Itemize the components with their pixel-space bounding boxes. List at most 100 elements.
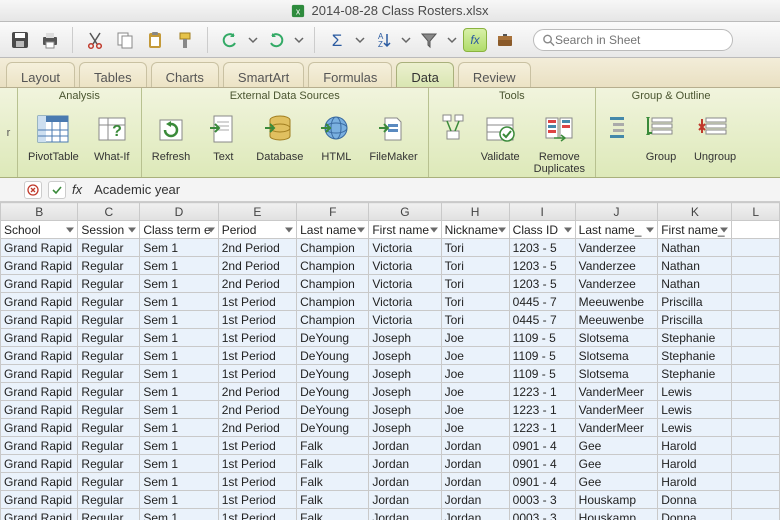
save-button[interactable]	[8, 28, 32, 52]
field-header[interactable]: Session	[78, 221, 140, 239]
pivottable-button[interactable]: PivotTable	[24, 108, 83, 165]
cell[interactable]: Victoria	[369, 293, 441, 311]
cell[interactable]	[732, 437, 780, 455]
tools-small-button[interactable]	[435, 108, 471, 150]
cell[interactable]: Lewis	[658, 419, 732, 437]
cell[interactable]: 1st Period	[218, 455, 296, 473]
cell[interactable]: Victoria	[369, 275, 441, 293]
cell[interactable]: VanderMeer	[575, 401, 658, 419]
cell[interactable]: Champion	[297, 311, 369, 329]
column-header[interactable]: B	[1, 203, 78, 221]
cell[interactable]: Falk	[297, 491, 369, 509]
tab-review[interactable]: Review	[458, 62, 531, 87]
cell[interactable]: Champion	[297, 257, 369, 275]
cell[interactable]: Lewis	[658, 401, 732, 419]
chevron-down-icon[interactable]	[248, 35, 258, 45]
column-header[interactable]: K	[658, 203, 732, 221]
cut-button[interactable]	[83, 28, 107, 52]
cell[interactable]: 1203 - 5	[509, 275, 575, 293]
sort-button[interactable]: AZ	[371, 28, 395, 52]
cell[interactable]: Jordan	[369, 491, 441, 509]
autosum-button[interactable]: Σ	[325, 28, 349, 52]
cell[interactable]: Joseph	[369, 347, 441, 365]
cell[interactable]: DeYoung	[297, 329, 369, 347]
cell[interactable]: Donna	[658, 491, 732, 509]
field-header[interactable]: Nickname	[441, 221, 509, 239]
column-header[interactable]: J	[575, 203, 658, 221]
cell[interactable]: 1203 - 5	[509, 257, 575, 275]
cell[interactable]: 2nd Period	[218, 419, 296, 437]
cell[interactable]: Jordan	[441, 509, 509, 520]
cell[interactable]: Slotsema	[575, 347, 658, 365]
cell[interactable]: Vanderzee	[575, 239, 658, 257]
search-input[interactable]	[555, 33, 724, 47]
chevron-down-icon[interactable]	[294, 35, 304, 45]
cell[interactable]: Harold	[658, 455, 732, 473]
field-header[interactable]: First name_	[658, 221, 732, 239]
cell[interactable]: Donna	[658, 509, 732, 520]
cell[interactable]: 1223 - 1	[509, 383, 575, 401]
cell[interactable]: 1st Period	[218, 311, 296, 329]
cell[interactable]: Champion	[297, 275, 369, 293]
cell[interactable]: Gee	[575, 455, 658, 473]
cell[interactable]	[732, 275, 780, 293]
cell[interactable]: Priscilla	[658, 293, 732, 311]
cell[interactable]: Tori	[441, 239, 509, 257]
cell[interactable]: 1109 - 5	[509, 329, 575, 347]
cell[interactable]	[732, 329, 780, 347]
tab-smartart[interactable]: SmartArt	[223, 62, 304, 87]
cell[interactable]: Stephanie	[658, 365, 732, 383]
cell[interactable]: Grand Rapid	[1, 365, 78, 383]
cell[interactable]: Champion	[297, 293, 369, 311]
cell[interactable]: Houskamp	[575, 509, 658, 520]
cell[interactable]: Gee	[575, 437, 658, 455]
cell[interactable]: Vanderzee	[575, 275, 658, 293]
cell[interactable]: 1st Period	[218, 293, 296, 311]
cell[interactable]: Falk	[297, 509, 369, 520]
cell[interactable]: Joe	[441, 401, 509, 419]
cell[interactable]: Regular	[78, 455, 140, 473]
cell[interactable]	[732, 365, 780, 383]
cell[interactable]: DeYoung	[297, 347, 369, 365]
tab-layout[interactable]: Layout	[6, 62, 75, 87]
cell[interactable]: Grand Rapid	[1, 401, 78, 419]
cell[interactable]: Regular	[78, 491, 140, 509]
cell[interactable]	[732, 455, 780, 473]
cell[interactable]: Victoria	[369, 311, 441, 329]
cell[interactable]: Regular	[78, 419, 140, 437]
cell[interactable]: Jordan	[441, 473, 509, 491]
field-header[interactable]: School	[1, 221, 78, 239]
cell[interactable]: Vanderzee	[575, 257, 658, 275]
column-header[interactable]: D	[140, 203, 218, 221]
cell[interactable]: Tori	[441, 275, 509, 293]
format-painter-button[interactable]	[173, 28, 197, 52]
cell[interactable]: 0901 - 4	[509, 473, 575, 491]
cell[interactable]: Sem 1	[140, 491, 218, 509]
column-header[interactable]: F	[297, 203, 369, 221]
cell[interactable]: Grand Rapid	[1, 383, 78, 401]
cell[interactable]: Sem 1	[140, 257, 218, 275]
cell[interactable]: 0901 - 4	[509, 437, 575, 455]
cell[interactable]: Joe	[441, 365, 509, 383]
cell[interactable]: Sem 1	[140, 239, 218, 257]
cell[interactable]: Grand Rapid	[1, 347, 78, 365]
cell[interactable]: 0901 - 4	[509, 455, 575, 473]
column-header[interactable]: I	[509, 203, 575, 221]
cell[interactable]: Regular	[78, 473, 140, 491]
cell[interactable]: 1st Period	[218, 509, 296, 520]
cell[interactable]: Grand Rapid	[1, 419, 78, 437]
cell[interactable]: DeYoung	[297, 419, 369, 437]
cell[interactable]: Sem 1	[140, 509, 218, 520]
cell[interactable]: Sem 1	[140, 347, 218, 365]
cell[interactable]: Houskamp	[575, 491, 658, 509]
formula-input[interactable]	[88, 182, 774, 197]
cell[interactable]: Regular	[78, 329, 140, 347]
cell[interactable]: 1st Period	[218, 329, 296, 347]
toolbox-button[interactable]	[493, 28, 517, 52]
cell[interactable]	[732, 401, 780, 419]
cell[interactable]: Falk	[297, 437, 369, 455]
cell[interactable]	[732, 239, 780, 257]
redo-button[interactable]	[264, 28, 288, 52]
cell[interactable]: Grand Rapid	[1, 257, 78, 275]
cell[interactable]: Grand Rapid	[1, 239, 78, 257]
